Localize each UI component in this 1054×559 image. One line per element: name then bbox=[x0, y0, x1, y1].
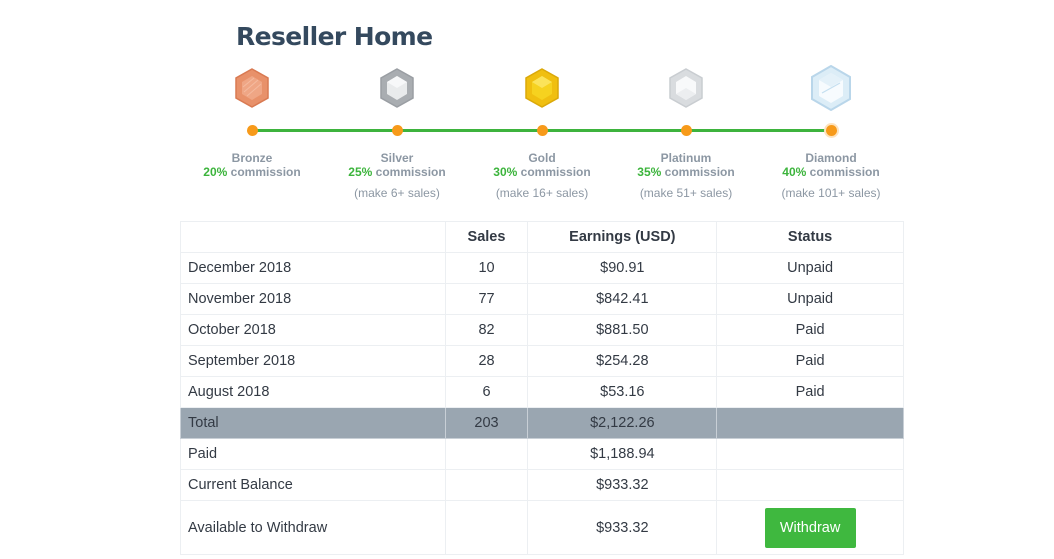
gold-medal-icon bbox=[525, 68, 559, 108]
status-cell: Unpaid bbox=[716, 283, 904, 315]
status-cell: Paid bbox=[716, 376, 904, 408]
tier-commission: 40% commission bbox=[756, 165, 906, 179]
tier-name: Platinum bbox=[660, 151, 712, 165]
timeline-dot bbox=[536, 125, 548, 136]
tier-requirement: (make 6+ sales) bbox=[354, 186, 440, 200]
total-sales: 203 bbox=[444, 407, 529, 439]
table-row: September 2018 28 $254.28 Paid bbox=[180, 345, 904, 377]
tier-bronze: Bronze 20% commission bbox=[177, 0, 327, 210]
empty-cell bbox=[716, 469, 904, 501]
tier-requirement: (make 101+ sales) bbox=[781, 186, 881, 200]
empty-cell bbox=[444, 438, 529, 470]
table-header-row: Sales Earnings (USD) Status bbox=[180, 221, 904, 253]
balance-label: Current Balance bbox=[180, 469, 446, 501]
commission-label: commission bbox=[661, 165, 735, 179]
total-label: Total bbox=[180, 407, 446, 439]
status-cell: Paid bbox=[716, 345, 904, 377]
earnings-cell: $881.50 bbox=[527, 314, 718, 346]
empty-cell bbox=[716, 438, 904, 470]
earnings-cell: $842.41 bbox=[527, 283, 718, 315]
table-row: November 2018 77 $842.41 Unpaid bbox=[180, 283, 904, 315]
available-amount: $933.32 bbox=[527, 500, 718, 555]
tier-name: Silver bbox=[380, 151, 414, 165]
commission-label: commission bbox=[517, 165, 591, 179]
commission-percent: 30% bbox=[493, 165, 518, 179]
month-cell: October 2018 bbox=[180, 314, 446, 346]
commission-percent: 40% bbox=[782, 165, 807, 179]
status-cell: Unpaid bbox=[716, 252, 904, 284]
earnings-cell: $53.16 bbox=[527, 376, 718, 408]
paid-row: Paid $1,188.94 bbox=[180, 438, 904, 470]
tier-silver: Silver 25% commission (make 6+ sales) bbox=[322, 0, 472, 210]
diamond-medal-icon bbox=[811, 65, 851, 111]
balance-amount: $933.32 bbox=[527, 469, 718, 501]
tier-requirement: (make 16+ sales) bbox=[495, 186, 589, 200]
withdraw-button[interactable]: Withdraw bbox=[764, 507, 856, 548]
paid-amount: $1,188.94 bbox=[527, 438, 718, 470]
tier-gold: Gold 30% commission (make 16+ sales) bbox=[467, 0, 617, 210]
sales-cell: 77 bbox=[444, 283, 529, 315]
total-row: Total 203 $2,122.26 bbox=[180, 407, 904, 439]
total-status bbox=[716, 407, 904, 439]
timeline-dot bbox=[680, 125, 692, 136]
tier-commission: 25% commission bbox=[322, 165, 472, 179]
tier-name: Bronze bbox=[231, 151, 273, 165]
tier-name: Gold bbox=[528, 151, 556, 165]
timeline-dot bbox=[391, 125, 403, 136]
sales-table: Sales Earnings (USD) Status December 201… bbox=[180, 221, 904, 555]
withdraw-cell: Withdraw bbox=[716, 500, 904, 555]
timeline-dot bbox=[246, 125, 258, 136]
tier-platinum: Platinum 35% commission (make 51+ sales) bbox=[611, 0, 761, 210]
header-earnings: Earnings (USD) bbox=[527, 221, 718, 253]
table-row: October 2018 82 $881.50 Paid bbox=[180, 314, 904, 346]
commission-percent: 20% bbox=[203, 165, 228, 179]
month-cell: December 2018 bbox=[180, 252, 446, 284]
commission-percent: 25% bbox=[348, 165, 373, 179]
platinum-medal-icon bbox=[669, 68, 703, 108]
timeline-dot bbox=[825, 125, 837, 136]
commission-percent: 35% bbox=[637, 165, 662, 179]
tier-name: Diamond bbox=[805, 151, 857, 165]
tier-commission: 35% commission bbox=[611, 165, 761, 179]
balance-row: Current Balance $933.32 bbox=[180, 469, 904, 501]
tier-commission: 20% commission bbox=[177, 165, 327, 179]
month-cell: August 2018 bbox=[180, 376, 446, 408]
empty-cell bbox=[444, 500, 529, 555]
tier-timeline: Bronze 20% commission Silver 25% commiss… bbox=[0, 0, 1054, 210]
header-status: Status bbox=[716, 221, 904, 253]
month-cell: September 2018 bbox=[180, 345, 446, 377]
empty-cell bbox=[444, 469, 529, 501]
sales-cell: 6 bbox=[444, 376, 529, 408]
commission-label: commission bbox=[806, 165, 880, 179]
commission-label: commission bbox=[372, 165, 446, 179]
tier-diamond: Diamond 40% commission (make 101+ sales) bbox=[756, 0, 906, 210]
withdraw-row: Available to Withdraw $933.32 Withdraw bbox=[180, 500, 904, 555]
header-sales: Sales bbox=[444, 221, 529, 253]
month-cell: November 2018 bbox=[180, 283, 446, 315]
tier-requirement: (make 51+ sales) bbox=[639, 186, 733, 200]
table-row: August 2018 6 $53.16 Paid bbox=[180, 376, 904, 408]
status-cell: Paid bbox=[716, 314, 904, 346]
header-month bbox=[180, 221, 446, 253]
commission-label: commission bbox=[227, 165, 301, 179]
earnings-cell: $254.28 bbox=[527, 345, 718, 377]
tier-commission: 30% commission bbox=[467, 165, 617, 179]
paid-label: Paid bbox=[180, 438, 446, 470]
bronze-medal-icon bbox=[235, 68, 269, 108]
available-label: Available to Withdraw bbox=[180, 500, 446, 555]
earnings-cell: $90.91 bbox=[527, 252, 718, 284]
total-earnings: $2,122.26 bbox=[527, 407, 718, 439]
sales-cell: 28 bbox=[444, 345, 529, 377]
table-row: December 2018 10 $90.91 Unpaid bbox=[180, 252, 904, 284]
sales-cell: 10 bbox=[444, 252, 529, 284]
sales-cell: 82 bbox=[444, 314, 529, 346]
silver-medal-icon bbox=[380, 68, 414, 108]
